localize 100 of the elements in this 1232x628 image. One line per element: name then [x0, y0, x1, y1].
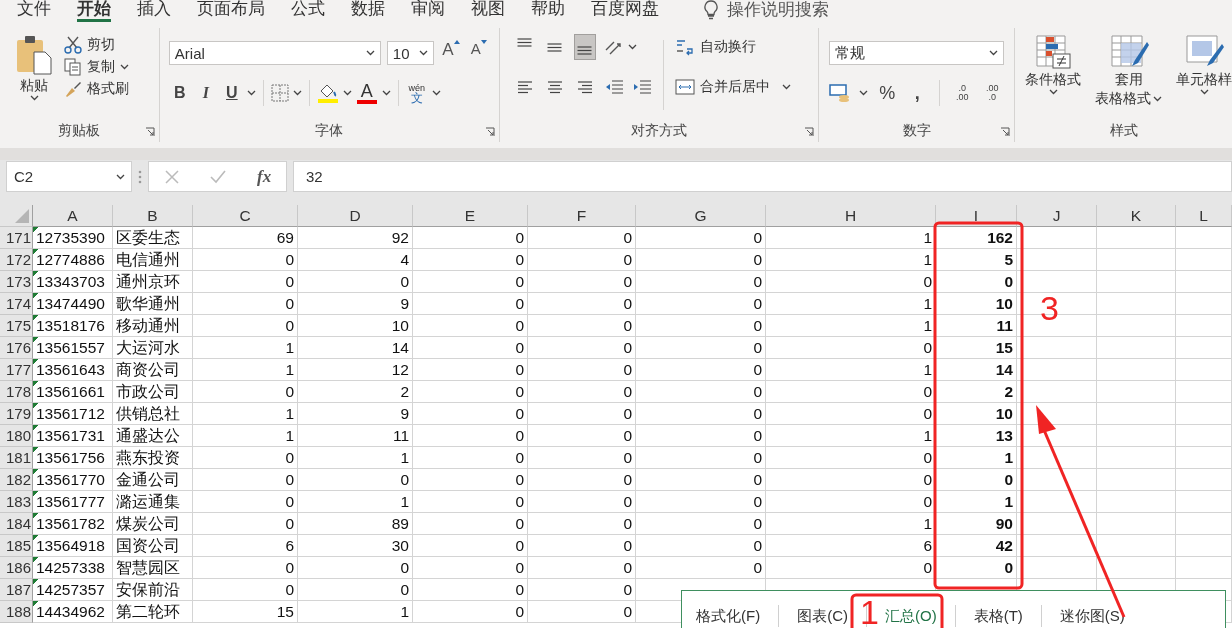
dialog-launcher-icon[interactable] — [144, 127, 155, 137]
row-header[interactable]: 174 — [0, 293, 33, 315]
font-name-select[interactable]: Arial — [168, 41, 381, 65]
table-cell: 0 — [766, 337, 936, 359]
row-header[interactable]: 187 — [0, 579, 33, 601]
formula-input[interactable]: 32 — [293, 161, 1232, 192]
phonetic-button[interactable]: wén 文 — [405, 80, 428, 106]
column-header[interactable]: A — [33, 205, 113, 227]
increase-indent-icon[interactable] — [631, 78, 652, 96]
row-header[interactable]: 188 — [0, 601, 33, 623]
column-header[interactable]: K — [1097, 205, 1176, 227]
drag-handle-icon[interactable] — [138, 168, 142, 185]
bold-button[interactable]: B — [168, 80, 191, 106]
analysis-tab[interactable]: 汇总(O) — [885, 606, 955, 626]
row-header[interactable]: 182 — [0, 469, 33, 491]
font-color-button[interactable]: A — [355, 80, 378, 106]
analysis-tab[interactable]: 格式化(F) — [696, 606, 779, 626]
menu-tab[interactable]: 视图 — [471, 0, 505, 22]
caret-icon[interactable] — [116, 173, 125, 180]
name-box[interactable]: C2 — [6, 161, 132, 192]
conditional-format-button[interactable]: 条件格式 — [1025, 34, 1081, 122]
menu-tab[interactable]: 插入 — [137, 0, 171, 22]
row-header[interactable]: 186 — [0, 557, 33, 579]
caret-icon[interactable] — [627, 44, 637, 50]
wrap-text-button[interactable]: 自动换行 — [674, 37, 756, 57]
caret-icon[interactable] — [418, 50, 428, 56]
caret-icon[interactable] — [1153, 95, 1162, 102]
caret-icon[interactable] — [1048, 89, 1058, 95]
brush-icon — [64, 80, 82, 98]
lightbulb-icon[interactable] — [703, 0, 719, 20]
row-header[interactable]: 180 — [0, 425, 33, 447]
caret-icon[interactable] — [859, 90, 869, 96]
fill-color-icon[interactable] — [316, 82, 339, 104]
menu-tab[interactable]: 文件 — [17, 0, 51, 22]
row-header[interactable]: 175 — [0, 315, 33, 337]
dialog-launcher-icon[interactable] — [484, 127, 495, 137]
underline-button[interactable]: U — [220, 80, 243, 106]
insert-function-button[interactable]: fx — [257, 166, 272, 187]
column-header[interactable]: L — [1176, 205, 1232, 227]
caret-icon[interactable] — [365, 50, 375, 56]
caret-icon[interactable] — [342, 90, 352, 96]
menu-tab[interactable]: 页面布局 — [197, 0, 265, 22]
row-header[interactable]: 181 — [0, 447, 33, 469]
caret-icon[interactable] — [381, 90, 391, 96]
paste-button[interactable]: 粘贴 — [14, 34, 54, 122]
caret-icon[interactable] — [782, 84, 792, 90]
merge-center-button[interactable]: 合并后居中 — [674, 77, 792, 97]
column-header[interactable]: G — [636, 205, 766, 227]
caret-icon[interactable] — [246, 90, 256, 96]
menu-tab[interactable]: 数据 — [351, 0, 385, 22]
column-header[interactable]: F — [528, 205, 636, 227]
dialog-launcher-icon[interactable] — [804, 127, 815, 137]
column-header[interactable]: J — [1017, 205, 1097, 227]
row-header[interactable]: 171 — [0, 227, 33, 249]
caret-icon[interactable] — [292, 90, 302, 96]
row-header[interactable]: 172 — [0, 249, 33, 271]
menu-tab[interactable]: 审阅 — [411, 0, 445, 22]
caret-icon[interactable] — [120, 64, 129, 70]
caret-icon[interactable] — [1199, 89, 1209, 95]
column-header[interactable]: E — [413, 205, 528, 227]
row-header[interactable]: 178 — [0, 381, 33, 403]
currency-icon[interactable] — [829, 83, 852, 103]
increase-decimal-button[interactable]: .0 .00 — [951, 80, 974, 106]
cut-button[interactable]: 剪切 — [64, 36, 129, 54]
checkmark-icon[interactable] — [209, 168, 228, 185]
row-header[interactable]: 179 — [0, 403, 33, 425]
column-header[interactable]: B — [113, 205, 193, 227]
menu-tab[interactable]: 公式 — [291, 0, 325, 22]
row-header[interactable]: 185 — [0, 535, 33, 557]
align-bottom-button[interactable] — [573, 34, 596, 60]
dialog-launcher-icon[interactable] — [1000, 127, 1010, 137]
comma-button[interactable]: , — [906, 80, 929, 106]
analysis-tab[interactable]: 表格(T) — [973, 606, 1041, 626]
row-header[interactable]: 177 — [0, 359, 33, 381]
column-header[interactable]: H — [766, 205, 936, 227]
menu-tab[interactable]: 帮助 — [531, 0, 565, 22]
format-painter-button[interactable]: 格式刷 — [64, 80, 129, 98]
font-size-select[interactable]: 10 — [386, 41, 434, 65]
percent-button[interactable]: % — [876, 80, 899, 106]
copy-button[interactable]: 复制 — [64, 58, 129, 76]
column-header[interactable]: D — [298, 205, 413, 227]
number-format-select[interactable]: 常规 — [829, 41, 1005, 65]
caret-icon[interactable] — [29, 95, 39, 101]
row-header[interactable]: 184 — [0, 513, 33, 535]
tell-me-search[interactable]: 操作说明搜索 — [727, 1, 829, 19]
menu-tab[interactable]: 百度网盘 — [591, 0, 659, 22]
caret-icon[interactable] — [989, 50, 999, 56]
row-header[interactable]: 176 — [0, 337, 33, 359]
cell-styles-button[interactable]: 单元格样 — [1176, 34, 1232, 122]
column-header[interactable]: C — [193, 205, 298, 227]
column-header[interactable]: I — [936, 205, 1017, 227]
table-cell: 0 — [936, 271, 1017, 293]
shrink-font-button[interactable]: A — [467, 40, 490, 66]
italic-button[interactable]: I — [194, 80, 217, 106]
format-as-table-button[interactable]: 套用 表格格式 — [1095, 34, 1162, 122]
grow-font-button[interactable]: A — [439, 40, 462, 66]
row-header[interactable]: 183 — [0, 491, 33, 513]
decrease-decimal-button[interactable]: .00 .0 — [981, 80, 1004, 106]
caret-icon[interactable] — [431, 90, 441, 96]
row-header[interactable]: 173 — [0, 271, 33, 293]
